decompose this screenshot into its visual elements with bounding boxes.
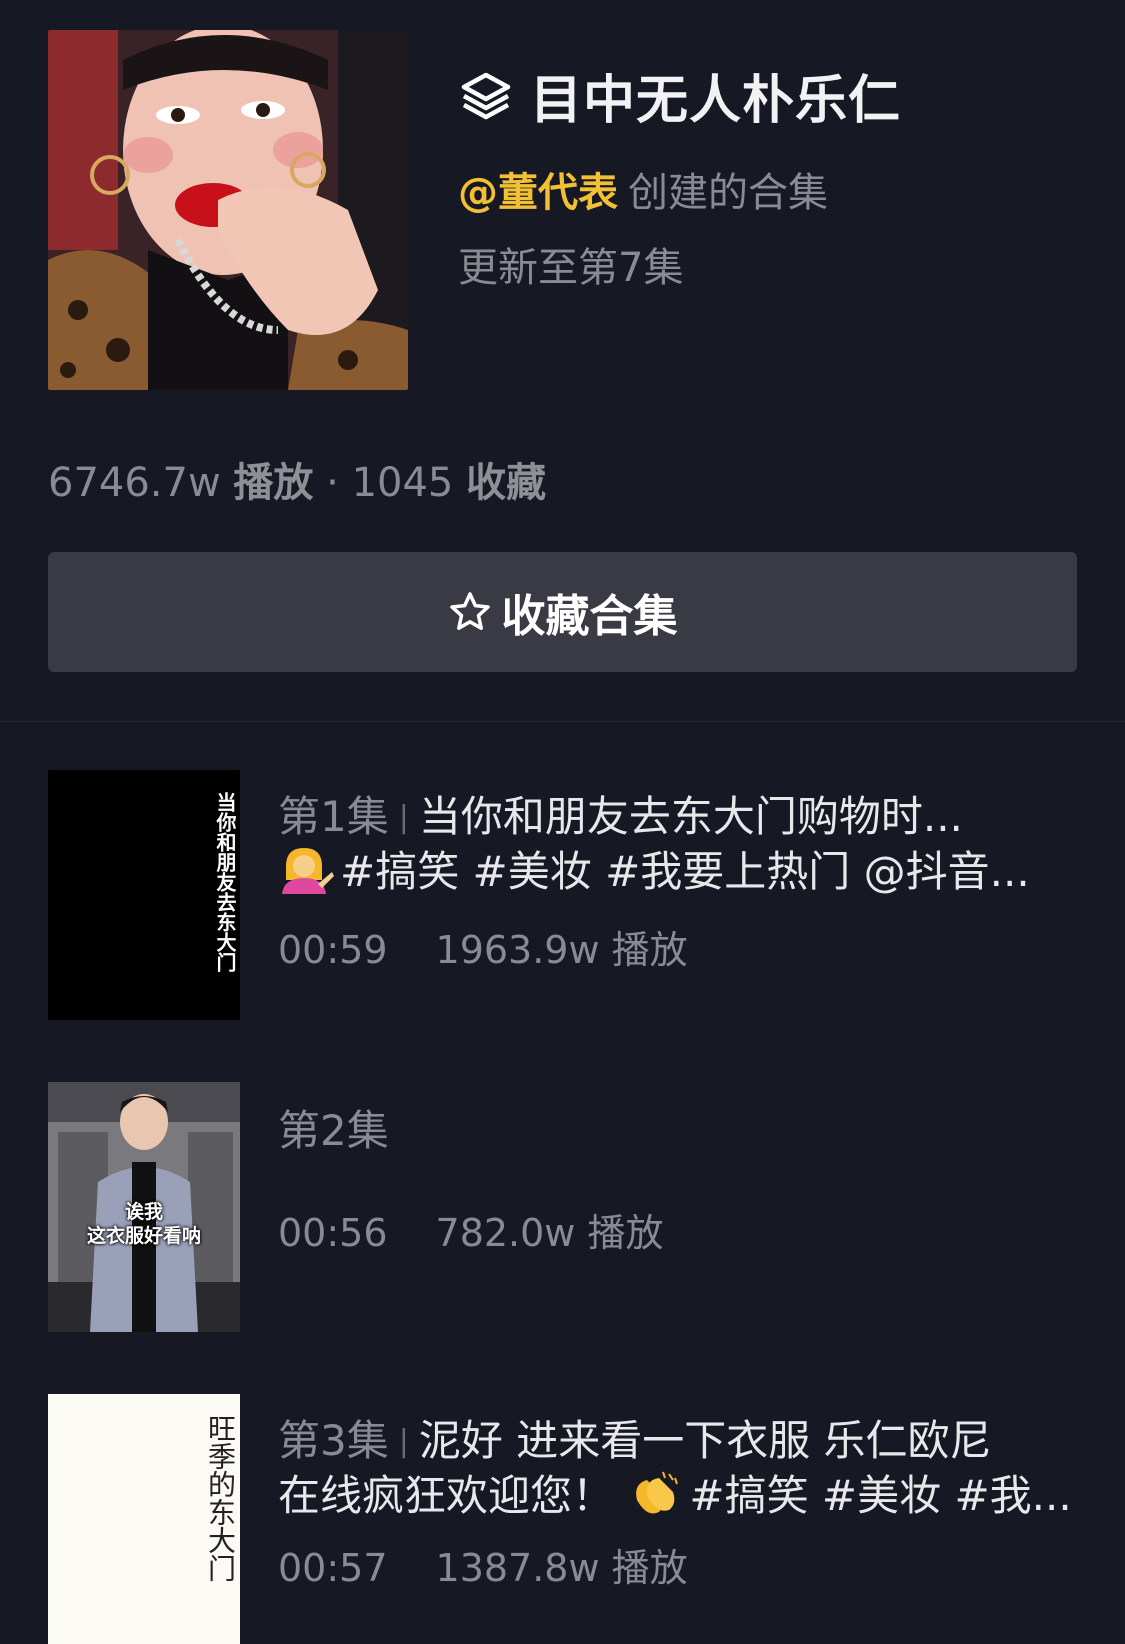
creator-handle-link[interactable]: @董代表 [458,170,618,216]
episode-number: 第3集 [278,1416,389,1465]
episode-item[interactable]: 诶我 这衣服好看呐 第2集 00:56 782.0w 播放 [48,1082,1088,1332]
episode-duration: 00:57 [278,1546,388,1590]
person-tipping-hand-emoji [282,848,334,894]
episode-title-continued: 在线疯狂欢迎您！ [278,1471,615,1520]
episode-duration: 00:59 [278,928,388,972]
episode-title-line-2: #搞笑 #美妆 #我要上热门 @抖音... [278,845,1078,899]
thumbnail-caption: 诶我 这衣服好看呐 [48,1200,240,1248]
episode-item[interactable]: 旺季的东大门 第3集 | 泥好 进来看一下衣服 乐仁欧尼 在线疯狂欢迎您！ #搞笑 … [48,1394,1088,1644]
thumbnail-caption-line-1: 诶我 [124,1201,163,1223]
episode-thumbnail[interactable]: 当你和朋友去东大门 [48,770,240,1020]
episode-number: 第1集 [278,792,389,841]
collection-stats: 6746.7w 播放 · 1045 收藏 [48,450,546,508]
episode-title-line-2: 在线疯狂欢迎您！ #搞笑 #美妆 #我... [278,1469,1078,1523]
episode-title-line-1: 第3集 | 泥好 进来看一下衣服 乐仁欧尼 [278,1414,1078,1469]
update-status: 更新至第7集 [458,245,684,291]
episode-thumbnail[interactable]: 诶我 这衣服好看呐 [48,1082,240,1332]
section-divider [0,721,1125,722]
episode-info: 第1集 | 当你和朋友去东大门购物时... #搞笑 #美妆 #我要上热门 @抖音..… [278,790,1078,974]
episode-hashtags: #搞笑 #美妆 #我... [689,1471,1072,1520]
creator-line: @董代表 创建的合集 [458,160,828,218]
episode-duration: 00:56 [278,1211,388,1255]
favorites-count: 1045 [351,460,454,506]
plays-label: 播放 [233,460,314,506]
thumbnail-text: 当你和朋友去东大门 [213,792,237,972]
episode-thumbnail[interactable]: 旺季的东大门 [48,1394,240,1644]
creator-suffix: 创建的合集 [628,170,828,216]
star-outline-icon [449,592,490,630]
collect-collection-button[interactable]: 收藏合集 [48,552,1077,672]
episode-meta: 00:59 1963.9w 播放 [278,919,1078,974]
thumbnail-text: 旺季的东大门 [204,1414,237,1582]
title-separator: | [398,1424,409,1459]
cover-portrait-illustration [48,30,408,390]
episode-title-line-1: 第2集 [278,1104,1078,1158]
episode-plays: 1387.8w 播放 [435,1546,688,1590]
thumbnail-caption-line-2: 这衣服好看呐 [86,1225,201,1247]
collect-button-label: 收藏合集 [501,591,678,642]
episode-plays: 782.0w 播放 [435,1211,664,1255]
episode-item[interactable]: 当你和朋友去东大门 第1集 | 当你和朋友去东大门购物时... #搞笑 #美妆 #我… [48,770,1088,1020]
episode-meta: 00:56 782.0w 播放 [278,1202,1078,1257]
collection-cover-image[interactable] [48,30,408,390]
plays-count: 6746.7w [48,460,221,506]
collection-title-row: 目中无人朴乐仁 [460,60,902,131]
title-separator: | [398,800,409,835]
episode-info: 第2集 00:56 782.0w 播放 [278,1104,1078,1257]
episode-title-line-1: 第1集 | 当你和朋友去东大门购物时... [278,790,1078,845]
stats-separator: · [326,460,339,506]
clapping-hands-emoji [636,1471,679,1514]
favorites-label: 收藏 [466,460,547,506]
episode-title: 泥好 进来看一下衣服 乐仁欧尼 [418,1416,992,1465]
layers-icon [461,72,511,120]
collection-title: 目中无人朴乐仁 [530,70,902,131]
episode-hashtags: #搞笑 #美妆 #我要上热门 @抖音... [340,847,1030,896]
episode-info: 第3集 | 泥好 进来看一下衣服 乐仁欧尼 在线疯狂欢迎您！ #搞笑 #美妆 #我.… [278,1414,1078,1592]
episode-title: 当你和朋友去东大门购物时... [418,792,963,841]
episode-number: 第2集 [278,1106,389,1155]
episode-plays: 1963.9w 播放 [435,928,688,972]
episode-meta: 00:57 1387.8w 播放 [278,1537,1078,1592]
